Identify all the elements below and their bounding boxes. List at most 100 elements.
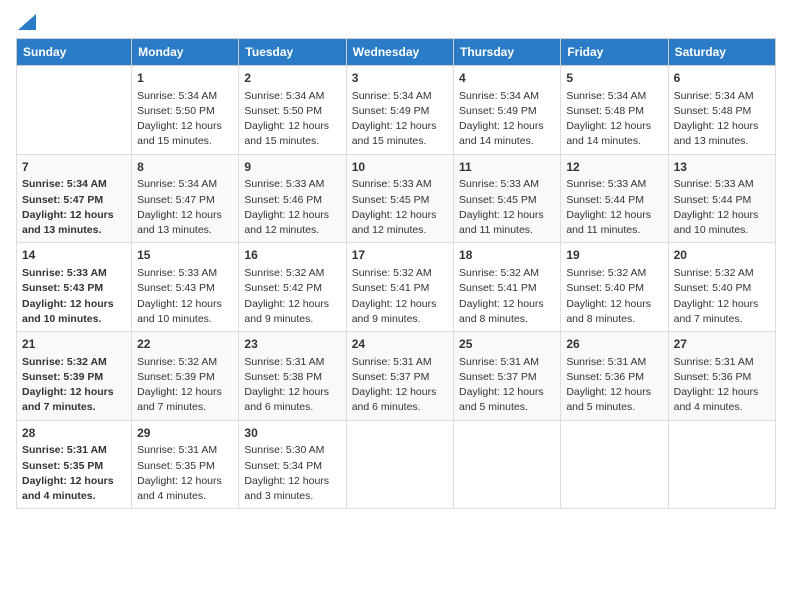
day-number: 12 bbox=[566, 159, 662, 176]
day-info: Sunrise: 5:32 AM Sunset: 5:40 PM Dayligh… bbox=[566, 266, 662, 327]
calendar-cell: 9Sunrise: 5:33 AM Sunset: 5:46 PM Daylig… bbox=[239, 154, 346, 243]
day-number: 22 bbox=[137, 336, 233, 353]
calendar-cell: 23Sunrise: 5:31 AM Sunset: 5:38 PM Dayli… bbox=[239, 332, 346, 421]
weekday-header: Saturday bbox=[668, 39, 775, 66]
calendar-cell: 13Sunrise: 5:33 AM Sunset: 5:44 PM Dayli… bbox=[668, 154, 775, 243]
day-number: 1 bbox=[137, 70, 233, 87]
day-number: 6 bbox=[674, 70, 770, 87]
day-number: 19 bbox=[566, 247, 662, 264]
day-info: Sunrise: 5:31 AM Sunset: 5:35 PM Dayligh… bbox=[137, 443, 233, 504]
day-info: Sunrise: 5:31 AM Sunset: 5:36 PM Dayligh… bbox=[674, 355, 770, 416]
calendar-cell: 22 Sunrise: 5:32 AM Sunset: 5:39 PM Dayli… bbox=[132, 332, 239, 421]
day-number: 16 bbox=[244, 247, 340, 264]
day-number: 26 bbox=[566, 336, 662, 353]
day-info: Sunrise: 5:33 AM Sunset: 5:44 PM Dayligh… bbox=[566, 177, 662, 238]
day-info: Sunrise: 5:34 AM Sunset: 5:47 PM Dayligh… bbox=[137, 177, 233, 238]
day-info: Sunrise: 5:32 AM Sunset: 5:42 PM Dayligh… bbox=[244, 266, 340, 327]
calendar-cell: 30Sunrise: 5:30 AM Sunset: 5:34 PM Dayli… bbox=[239, 420, 346, 509]
calendar-cell: 26Sunrise: 5:31 AM Sunset: 5:36 PM Dayli… bbox=[561, 332, 668, 421]
day-info: Sunrise: 5:33 AM Sunset: 5:46 PM Dayligh… bbox=[244, 177, 340, 238]
day-number: 27 bbox=[674, 336, 770, 353]
calendar-cell: 15 Sunrise: 5:33 AM Sunset: 5:43 PM Dayli… bbox=[132, 243, 239, 332]
calendar-cell: 11Sunrise: 5:33 AM Sunset: 5:45 PM Dayli… bbox=[454, 154, 561, 243]
calendar-cell: 1 Sunrise: 5:34 AM Sunset: 5:50 PM Daylig… bbox=[132, 66, 239, 155]
calendar-cell: 7Sunrise: 5:34 AM Sunset: 5:47 PM Daylig… bbox=[17, 154, 132, 243]
weekday-header: Sunday bbox=[17, 39, 132, 66]
weekday-header: Tuesday bbox=[239, 39, 346, 66]
calendar-cell: 12Sunrise: 5:33 AM Sunset: 5:44 PM Dayli… bbox=[561, 154, 668, 243]
calendar-week-row: 14 Sunrise: 5:33 AM Sunset: 5:43 PM Dayli… bbox=[17, 243, 776, 332]
weekday-header: Monday bbox=[132, 39, 239, 66]
day-number: 20 bbox=[674, 247, 770, 264]
day-info: Sunrise: 5:33 AM Sunset: 5:44 PM Dayligh… bbox=[674, 177, 770, 238]
calendar-cell: 29Sunrise: 5:31 AM Sunset: 5:35 PM Dayli… bbox=[132, 420, 239, 509]
day-number: 5 bbox=[566, 70, 662, 87]
day-number: 8 bbox=[137, 159, 233, 176]
logo-icon bbox=[18, 14, 36, 30]
day-number: 15 bbox=[137, 247, 233, 264]
day-info: Sunrise: 5:31 AM Sunset: 5:38 PM Dayligh… bbox=[244, 355, 340, 416]
day-number: 25 bbox=[459, 336, 555, 353]
day-info: Sunrise: 5:32 AM Sunset: 5:41 PM Dayligh… bbox=[352, 266, 448, 327]
calendar-cell: 19 Sunrise: 5:32 AM Sunset: 5:40 PM Dayli… bbox=[561, 243, 668, 332]
calendar-cell: 27 Sunrise: 5:31 AM Sunset: 5:36 PM Dayli… bbox=[668, 332, 775, 421]
day-info: Sunrise: 5:34 AM Sunset: 5:48 PM Dayligh… bbox=[566, 89, 662, 150]
calendar-week-row: 21 Sunrise: 5:32 AM Sunset: 5:39 PM Dayli… bbox=[17, 332, 776, 421]
calendar-table: SundayMondayTuesdayWednesdayThursdayFrid… bbox=[16, 38, 776, 509]
calendar-cell bbox=[17, 66, 132, 155]
calendar-cell: 25 Sunrise: 5:31 AM Sunset: 5:37 PM Dayli… bbox=[454, 332, 561, 421]
day-info: Sunrise: 5:34 AM Sunset: 5:49 PM Dayligh… bbox=[459, 89, 555, 150]
day-number: 30 bbox=[244, 425, 340, 442]
calendar-cell: 17 Sunrise: 5:32 AM Sunset: 5:41 PM Dayli… bbox=[346, 243, 453, 332]
day-info: Sunrise: 5:34 AM Sunset: 5:47 PM Dayligh… bbox=[22, 177, 126, 238]
day-number: 21 bbox=[22, 336, 126, 353]
calendar-week-row: 28Sunrise: 5:31 AM Sunset: 5:35 PM Dayli… bbox=[17, 420, 776, 509]
day-info: Sunrise: 5:32 AM Sunset: 5:40 PM Dayligh… bbox=[674, 266, 770, 327]
weekday-header: Wednesday bbox=[346, 39, 453, 66]
day-info: Sunrise: 5:33 AM Sunset: 5:43 PM Dayligh… bbox=[137, 266, 233, 327]
day-number: 18 bbox=[459, 247, 555, 264]
calendar-cell bbox=[454, 420, 561, 509]
day-info: Sunrise: 5:34 AM Sunset: 5:49 PM Dayligh… bbox=[352, 89, 448, 150]
calendar-cell bbox=[346, 420, 453, 509]
day-info: Sunrise: 5:33 AM Sunset: 5:43 PM Dayligh… bbox=[22, 266, 126, 327]
calendar-body: 1 Sunrise: 5:34 AM Sunset: 5:50 PM Daylig… bbox=[17, 66, 776, 509]
day-info: Sunrise: 5:31 AM Sunset: 5:37 PM Dayligh… bbox=[352, 355, 448, 416]
day-number: 9 bbox=[244, 159, 340, 176]
calendar-cell: 4 Sunrise: 5:34 AM Sunset: 5:49 PM Daylig… bbox=[454, 66, 561, 155]
day-number: 17 bbox=[352, 247, 448, 264]
page-header bbox=[16, 16, 776, 30]
calendar-cell: 6Sunrise: 5:34 AM Sunset: 5:48 PM Daylig… bbox=[668, 66, 775, 155]
day-number: 14 bbox=[22, 247, 126, 264]
day-number: 29 bbox=[137, 425, 233, 442]
calendar-cell bbox=[561, 420, 668, 509]
calendar-week-row: 1 Sunrise: 5:34 AM Sunset: 5:50 PM Daylig… bbox=[17, 66, 776, 155]
weekday-header: Friday bbox=[561, 39, 668, 66]
calendar-cell: 20 Sunrise: 5:32 AM Sunset: 5:40 PM Dayli… bbox=[668, 243, 775, 332]
calendar-cell: 5 Sunrise: 5:34 AM Sunset: 5:48 PM Daylig… bbox=[561, 66, 668, 155]
day-number: 10 bbox=[352, 159, 448, 176]
calendar-cell: 2Sunrise: 5:34 AM Sunset: 5:50 PM Daylig… bbox=[239, 66, 346, 155]
calendar-cell: 18Sunrise: 5:32 AM Sunset: 5:41 PM Dayli… bbox=[454, 243, 561, 332]
day-number: 24 bbox=[352, 336, 448, 353]
calendar-cell: 28Sunrise: 5:31 AM Sunset: 5:35 PM Dayli… bbox=[17, 420, 132, 509]
calendar-week-row: 7Sunrise: 5:34 AM Sunset: 5:47 PM Daylig… bbox=[17, 154, 776, 243]
day-number: 7 bbox=[22, 159, 126, 176]
calendar-cell: 14 Sunrise: 5:33 AM Sunset: 5:43 PM Dayli… bbox=[17, 243, 132, 332]
day-info: Sunrise: 5:31 AM Sunset: 5:35 PM Dayligh… bbox=[22, 443, 126, 504]
day-info: Sunrise: 5:33 AM Sunset: 5:45 PM Dayligh… bbox=[459, 177, 555, 238]
day-info: Sunrise: 5:33 AM Sunset: 5:45 PM Dayligh… bbox=[352, 177, 448, 238]
day-number: 3 bbox=[352, 70, 448, 87]
day-info: Sunrise: 5:31 AM Sunset: 5:37 PM Dayligh… bbox=[459, 355, 555, 416]
day-info: Sunrise: 5:34 AM Sunset: 5:50 PM Dayligh… bbox=[137, 89, 233, 150]
calendar-cell: 10Sunrise: 5:33 AM Sunset: 5:45 PM Dayli… bbox=[346, 154, 453, 243]
day-number: 2 bbox=[244, 70, 340, 87]
day-info: Sunrise: 5:32 AM Sunset: 5:39 PM Dayligh… bbox=[137, 355, 233, 416]
calendar-header-row: SundayMondayTuesdayWednesdayThursdayFrid… bbox=[17, 39, 776, 66]
day-number: 4 bbox=[459, 70, 555, 87]
day-number: 11 bbox=[459, 159, 555, 176]
day-info: Sunrise: 5:30 AM Sunset: 5:34 PM Dayligh… bbox=[244, 443, 340, 504]
day-number: 28 bbox=[22, 425, 126, 442]
calendar-cell bbox=[668, 420, 775, 509]
logo bbox=[16, 16, 36, 30]
